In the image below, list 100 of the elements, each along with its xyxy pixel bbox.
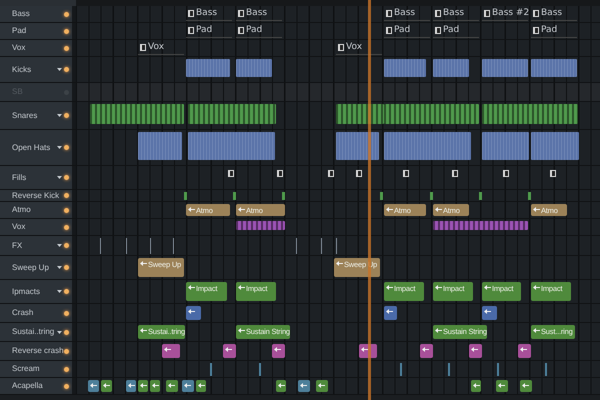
audio-clip[interactable] [223,344,236,358]
track-header[interactable]: Crash [0,304,72,322]
mute-led[interactable] [64,193,69,198]
mute-led[interactable] [64,28,69,34]
pattern-clip[interactable] [277,170,285,177]
caret-icon[interactable] [57,146,62,149]
caret-icon[interactable] [57,266,62,269]
audio-clip[interactable] [384,306,397,320]
mute-led[interactable] [64,265,69,270]
pattern-clip[interactable] [482,59,528,77]
track-header[interactable]: Reverse crash [0,342,72,360]
audio-clip[interactable] [316,380,328,392]
pattern-clip[interactable]: Bass #2 [482,7,528,21]
track-lane[interactable] [76,378,600,394]
pattern-clip[interactable]: Bass [433,7,479,21]
pattern-clip[interactable]: Bass [236,7,282,21]
audio-clip[interactable] [186,306,201,320]
audio-clip[interactable] [188,104,276,124]
clip-marker[interactable] [259,363,261,376]
pattern-clip[interactable]: Pad [531,24,577,38]
track-lane[interactable] [76,83,600,101]
track-header[interactable]: Reverse Kick [0,190,72,201]
pattern-clip[interactable]: Pad [186,24,232,38]
audio-clip[interactable] [166,380,178,392]
track-header[interactable]: Acapella [0,378,72,394]
track-header[interactable]: Bass [0,6,72,22]
audio-clip[interactable] [433,221,528,230]
audio-clip[interactable] [88,380,99,392]
audio-clip[interactable] [236,221,285,230]
clip-marker[interactable] [233,192,236,200]
clip-marker[interactable] [126,238,127,254]
pattern-clip[interactable] [228,170,236,177]
audio-clip[interactable] [471,380,481,392]
track-header[interactable]: Vox [0,219,72,235]
audio-clip[interactable] [162,344,180,358]
pattern-clip[interactable]: Bass [531,7,577,21]
caret-icon[interactable] [57,290,62,293]
track-lane[interactable] [76,57,600,82]
track-lane[interactable] [76,190,600,201]
clip-marker[interactable] [528,192,531,200]
track-lane[interactable] [76,130,600,165]
clip-marker[interactable] [210,363,212,376]
track-header[interactable]: Kicks [0,57,72,82]
audio-clip[interactable] [518,344,531,358]
clip-marker[interactable] [173,238,174,254]
track-lane[interactable] [76,304,600,322]
mute-led[interactable] [64,243,69,248]
mute-led[interactable] [64,384,69,388]
track-lane[interactable] [76,236,600,255]
clip-marker[interactable] [545,363,547,376]
pattern-clip[interactable] [503,170,511,177]
pattern-clip[interactable] [188,132,275,160]
clip-marker[interactable] [336,238,337,254]
track-header[interactable]: Fills [0,166,72,189]
track-header[interactable]: FX [0,236,72,255]
clip-marker[interactable] [150,238,151,254]
pattern-clip[interactable]: Vox [138,41,184,55]
audio-clip[interactable] [150,380,160,392]
pattern-clip[interactable] [452,170,460,177]
mute-led[interactable] [64,145,69,150]
pattern-clip[interactable] [531,132,579,160]
pattern-clip[interactable]: Bass [384,7,430,21]
caret-icon[interactable] [57,68,62,71]
mute-led[interactable] [64,366,69,372]
clip-marker[interactable] [430,192,433,200]
clip-marker[interactable] [448,363,450,376]
audio-clip[interactable] [496,380,508,392]
track-lane[interactable] [76,342,600,360]
pattern-clip[interactable] [356,170,364,177]
track-header[interactable]: Sweep Up [0,256,72,279]
audio-clip[interactable] [482,306,497,320]
pattern-clip[interactable] [138,132,182,160]
mute-led[interactable] [64,12,69,16]
pattern-clip[interactable] [336,132,379,160]
mute-led[interactable] [64,330,69,334]
pattern-clip[interactable] [328,170,336,177]
mute-led[interactable] [64,175,69,180]
pattern-clip[interactable]: Bass [186,7,232,21]
pattern-clip[interactable] [403,170,411,177]
track-header[interactable]: Open Hats [0,130,72,165]
track-lane[interactable] [76,102,600,129]
track-lane[interactable] [76,361,600,377]
mute-led[interactable] [64,113,69,118]
clip-marker[interactable] [296,238,297,254]
pattern-clip[interactable] [384,132,471,160]
clip-marker[interactable] [479,192,482,200]
clip-marker[interactable] [400,363,402,376]
track-lane[interactable]: Bass Bass Bass Bass Bass #2 Bass [76,6,600,22]
audio-clip[interactable] [384,104,479,124]
mute-led[interactable] [64,67,69,72]
audio-clip[interactable] [196,380,206,392]
track-lane[interactable]: Vox Vox [76,40,600,56]
track-header[interactable]: Scream [0,361,72,377]
track-lane[interactable] [76,219,600,235]
track-lane[interactable] [76,166,600,189]
audio-clip[interactable] [520,380,532,392]
audio-clip[interactable] [298,380,310,392]
track-header[interactable]: Atmo [0,202,72,218]
pattern-clip[interactable]: Pad [433,24,479,38]
clip-marker[interactable] [321,238,322,254]
